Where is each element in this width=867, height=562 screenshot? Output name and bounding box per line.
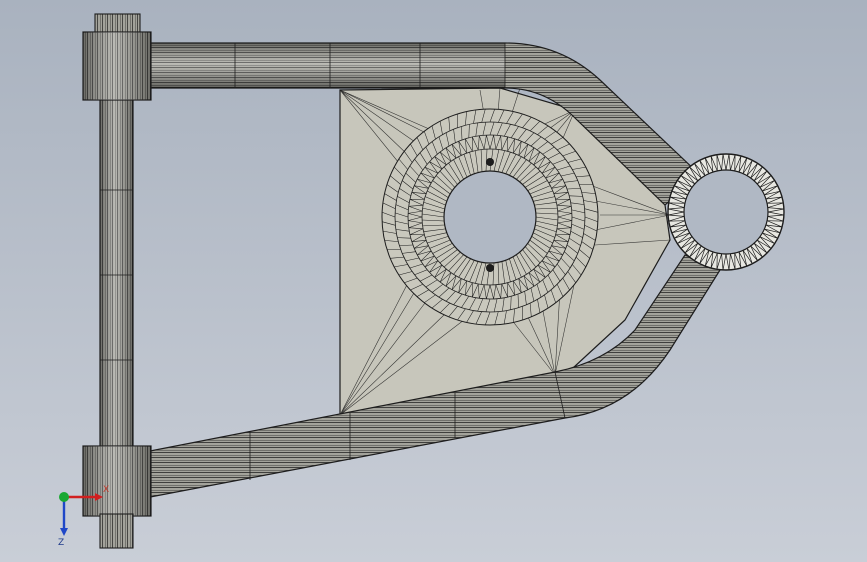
z-axis-label: Z xyxy=(58,538,64,548)
y-axis-dot xyxy=(59,492,69,502)
graphics-viewport[interactable]: X Z xyxy=(0,0,867,562)
wireframe-model[interactable]: X Z xyxy=(0,0,867,562)
x-axis-label: X xyxy=(103,485,109,495)
z-axis-head xyxy=(60,528,68,536)
center-boss xyxy=(381,108,599,326)
center-hole xyxy=(443,170,537,264)
pivot-shaft xyxy=(99,94,134,451)
ball-joint-eye xyxy=(667,153,785,271)
upper-bushing xyxy=(82,13,152,101)
